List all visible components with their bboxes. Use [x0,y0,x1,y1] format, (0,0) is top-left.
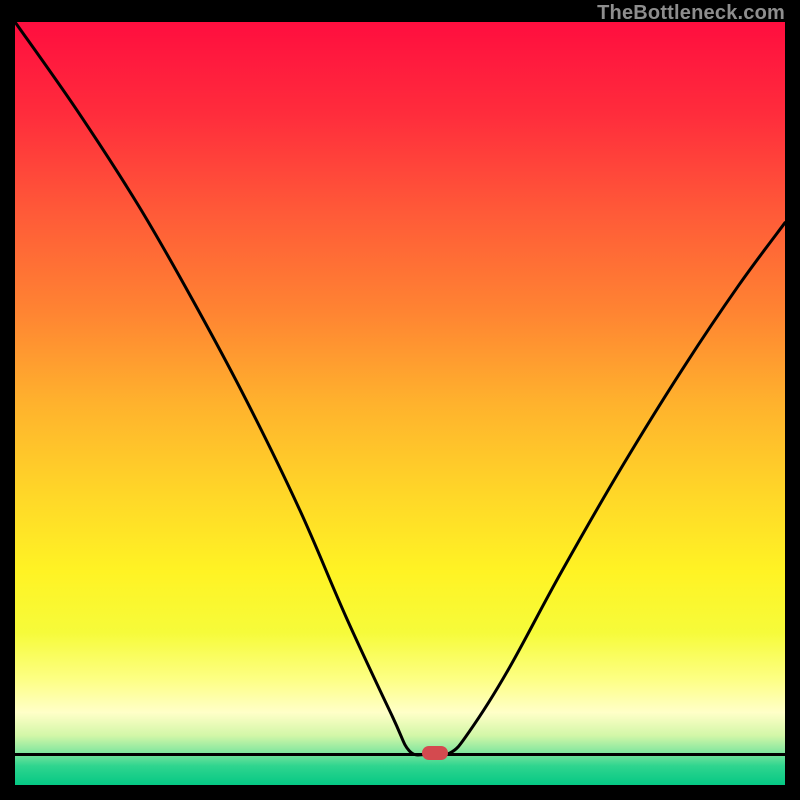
bottleneck-curve [15,22,785,755]
chart-frame: TheBottleneck.com [0,0,800,800]
curve-layer [15,22,785,785]
optimal-marker [422,746,448,760]
plot-area [15,22,785,785]
